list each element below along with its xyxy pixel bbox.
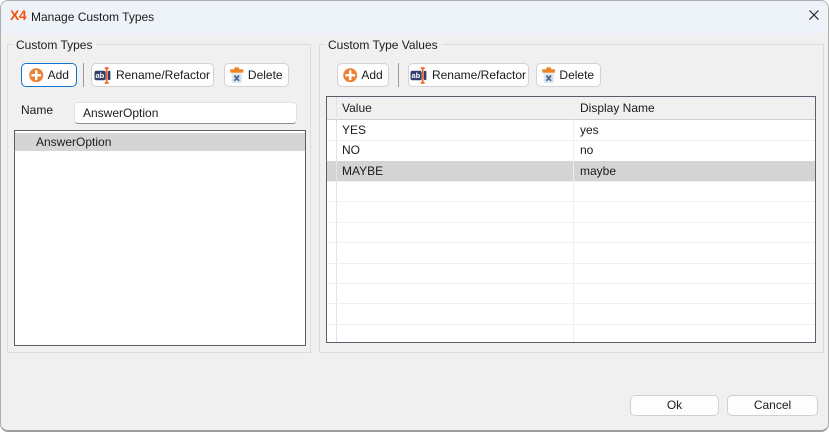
- svg-text:ab: ab: [96, 71, 105, 80]
- svg-text:ab: ab: [412, 71, 421, 80]
